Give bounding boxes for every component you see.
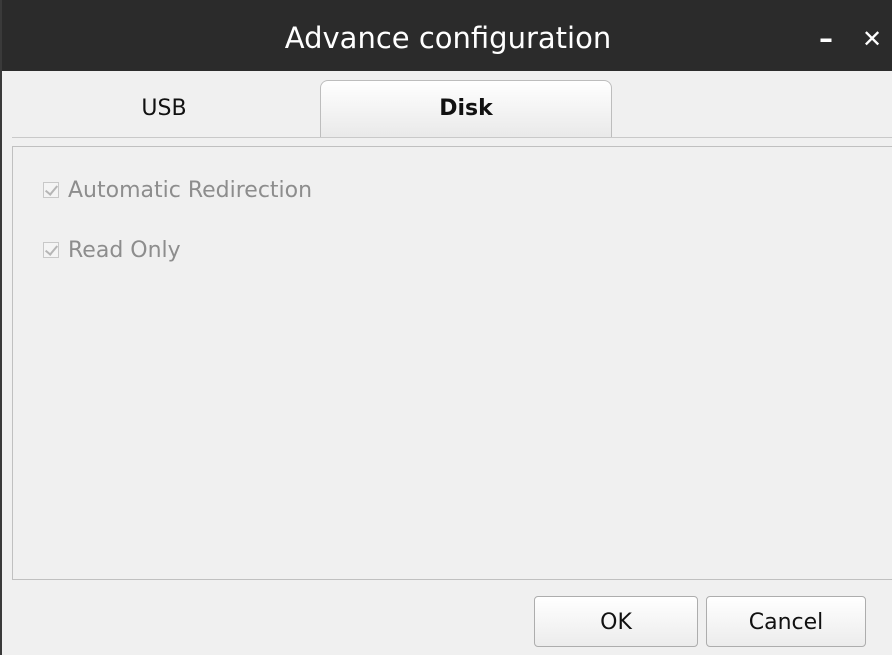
checkbox-checked-icon	[43, 182, 59, 198]
read-only-label: Read Only	[68, 237, 181, 263]
tab-disk[interactable]: Disk	[320, 80, 612, 138]
close-icon: ✕	[861, 25, 883, 53]
tab-disk-label: Disk	[439, 96, 493, 121]
tab-usb[interactable]: USB	[14, 81, 314, 137]
minimize-button[interactable]: –	[808, 0, 844, 71]
advance-configuration-dialog: Advance configuration – ✕ USB Disk Autom…	[0, 0, 892, 655]
checkbox-checked-icon	[43, 242, 59, 258]
disk-options-panel: Automatic Redirection Read Only	[12, 146, 892, 580]
window-title: Advance configuration	[284, 21, 612, 55]
automatic-redirection-label: Automatic Redirection	[68, 177, 313, 203]
tab-bar: USB Disk	[2, 71, 892, 138]
read-only-checkbox[interactable]: Read Only	[43, 235, 181, 265]
minimize-icon: –	[819, 22, 833, 55]
tab-divider	[12, 137, 892, 138]
title-bar: Advance configuration – ✕	[2, 0, 892, 71]
cancel-button[interactable]: Cancel	[706, 596, 866, 647]
close-button[interactable]: ✕	[854, 0, 890, 71]
automatic-redirection-checkbox[interactable]: Automatic Redirection	[43, 175, 312, 205]
tab-usb-label: USB	[141, 96, 187, 121]
ok-button[interactable]: OK	[534, 596, 698, 647]
